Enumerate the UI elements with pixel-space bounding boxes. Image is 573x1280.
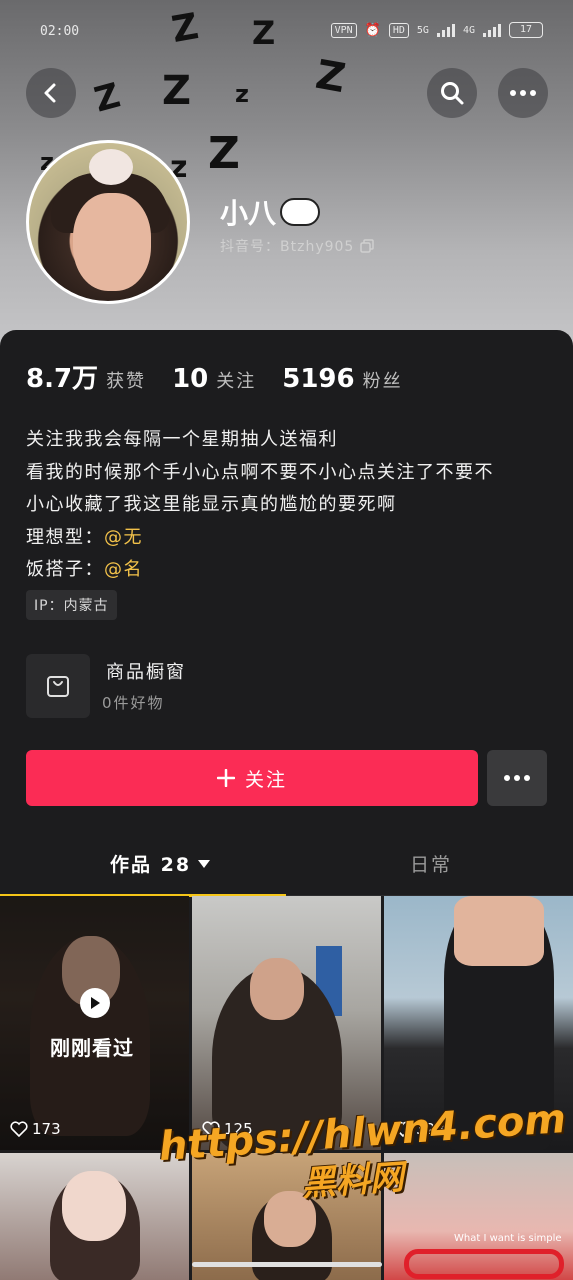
- profile-name-text: 小八: [220, 197, 277, 230]
- profile-header: 02:00 VPN ⏰ HD 5G 4G 17 Z Z Z Z z Z Z z …: [0, 0, 573, 360]
- shopping-bag-icon: [47, 676, 69, 697]
- sleep-z-decoration: Z: [252, 14, 276, 52]
- shop-title: 商品橱窗: [106, 662, 186, 683]
- follow-button[interactable]: 关注: [26, 750, 478, 806]
- dropdown-triangle-icon: [198, 859, 211, 868]
- more-icon: [510, 90, 536, 96]
- bio-line: 看我的时候那个手小心点啊不要不小心点关注了不要不: [26, 461, 494, 483]
- tab-works-label: 作品 28: [110, 854, 192, 876]
- tab-works[interactable]: 作品 28: [110, 850, 211, 877]
- search-icon: [441, 82, 464, 105]
- content-tabs: 作品 28 日常: [0, 842, 573, 897]
- alarm-icon: ⏰: [364, 22, 381, 38]
- back-icon: [44, 83, 56, 103]
- avatar[interactable]: [26, 140, 190, 304]
- video-likes: 173: [10, 1120, 61, 1138]
- network-5g: 5G: [416, 24, 429, 36]
- back-button[interactable]: [26, 68, 76, 118]
- video-caption: What I want is simple: [454, 1233, 562, 1244]
- ip-location-tag: IP：内蒙古: [26, 590, 117, 620]
- signal-icon-2: [483, 23, 501, 37]
- sleep-z-decoration: Z: [312, 51, 349, 103]
- status-time: 02:00: [40, 24, 80, 39]
- tab-daily[interactable]: 日常: [410, 850, 452, 877]
- network-4g: 4G: [462, 24, 475, 36]
- battery-indicator: 17: [509, 22, 543, 38]
- vpn-indicator: VPN: [330, 22, 357, 38]
- bio-partner: 饭搭子：@名: [26, 559, 143, 580]
- search-button[interactable]: [427, 68, 477, 118]
- bio-line: 关注我我会每隔一个星期抽人送福利: [26, 429, 338, 450]
- video-thumbnail[interactable]: 刚刚看过 173: [0, 896, 189, 1150]
- profile-bio: 关注我我会每隔一个星期抽人送福利 看我的时候那个手小心点啊不要不小心点关注了不要…: [26, 424, 556, 587]
- shop-window[interactable]: 商品橱窗 0件好物: [26, 654, 546, 718]
- recently-watched-label: 刚刚看过: [50, 1036, 134, 1060]
- more-actions-button[interactable]: [487, 750, 547, 806]
- heart-icon: [10, 1121, 28, 1137]
- stat-likes[interactable]: 8.7万 获赞: [26, 358, 146, 395]
- profile-name: 小八: [220, 192, 321, 232]
- plus-icon: [216, 769, 235, 787]
- more-options-button[interactable]: [498, 68, 548, 118]
- home-indicator[interactable]: [192, 1262, 382, 1267]
- mention-link[interactable]: @无: [104, 527, 143, 548]
- douyin-id-text: 抖音号：Btzhy905: [220, 239, 355, 255]
- profile-stats: 8.7万 获赞 10 关注 5196 粉丝: [26, 358, 403, 395]
- sleep-z-decoration: Z: [208, 128, 240, 179]
- more-icon: [504, 775, 530, 781]
- play-button[interactable]: [80, 988, 110, 1018]
- mention-link[interactable]: @名: [104, 559, 143, 580]
- play-icon: [91, 997, 100, 1009]
- copy-icon[interactable]: [360, 239, 375, 253]
- douyin-id[interactable]: 抖音号：Btzhy905: [220, 236, 375, 256]
- thought-cloud-icon: [280, 198, 321, 226]
- bio-line: 小心收藏了我这里能显示真的尴尬的要死啊: [26, 494, 397, 515]
- signal-icon: [436, 23, 455, 37]
- stat-following[interactable]: 10 关注: [172, 364, 256, 394]
- bio-ideal: 理想型：@无: [26, 526, 143, 548]
- sleep-z-decoration: Z: [168, 6, 202, 51]
- shop-subtitle: 0件好物: [102, 694, 165, 712]
- sleep-z-decoration: Z: [90, 75, 125, 121]
- status-bar: 02:00 VPN ⏰ HD 5G 4G 17: [40, 22, 543, 44]
- bunny-hairclip: [89, 149, 133, 185]
- sleep-z-decoration: Z: [162, 68, 192, 114]
- sleep-z-decoration: z: [235, 80, 249, 108]
- hd-indicator: HD: [388, 22, 409, 38]
- stat-followers[interactable]: 5196 粉丝: [282, 364, 402, 394]
- follow-button-label: 关注: [244, 768, 287, 791]
